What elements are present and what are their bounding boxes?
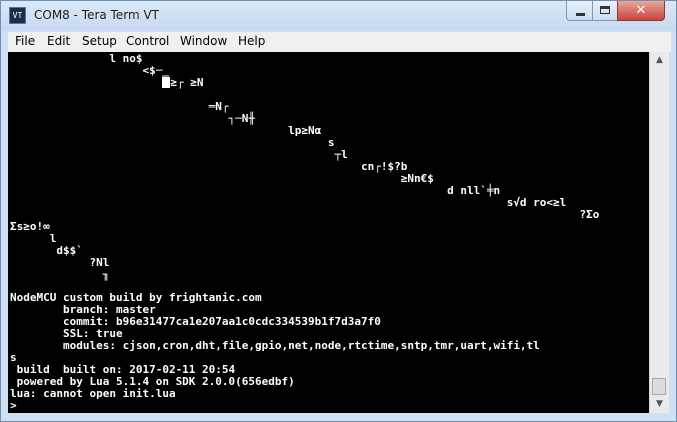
menu-help[interactable]: Help [238, 34, 265, 48]
scroll-up-arrow-icon[interactable]: ▲ [651, 52, 668, 69]
menu-bar: File Edit Setup Control Window Help [8, 32, 671, 52]
maximize-icon [600, 6, 610, 14]
close-icon: ✕ [635, 3, 647, 18]
menu-control[interactable]: Control [126, 34, 169, 48]
terminal-line: ?Σo [10, 208, 600, 221]
window-title: COM8 - Tera Term VT [34, 8, 159, 22]
minimize-icon [576, 13, 585, 16]
menu-edit[interactable]: Edit [47, 34, 70, 48]
terminal-line: lua: cannot open init.lua [10, 387, 176, 400]
terminal-line: ╖ [10, 268, 110, 281]
menu-setup[interactable]: Setup [82, 34, 117, 48]
terminal-line-prefix [10, 76, 162, 89]
terminal-line: ≥┌ ≥N [10, 77, 203, 89]
terminal-prompt-line: > [10, 399, 17, 412]
menu-file[interactable]: File [15, 34, 35, 48]
menu-window[interactable]: Window [180, 34, 227, 48]
scrollbar-thumb[interactable] [652, 378, 666, 395]
maximize-button[interactable] [592, 1, 618, 21]
terminal-line-suffix: ≥┌ ≥N [170, 76, 204, 89]
title-bar[interactable]: VT COM8 - Tera Term VT ✕ [1, 1, 676, 31]
tera-term-app-icon[interactable]: VT [9, 7, 26, 24]
minimize-button[interactable] [566, 1, 593, 21]
close-button[interactable]: ✕ [617, 1, 665, 21]
terminal-output[interactable]: l no$ <$─_ ≥┌ ≥N ═N┌ ┐─N╫ lp≥Nα s ┬l cn┌… [8, 52, 649, 413]
terminal-line: modules: cjson,cron,dht,file,gpio,net,no… [10, 339, 540, 352]
resize-grip[interactable] [649, 413, 669, 421]
scroll-down-arrow-icon[interactable]: ▼ [651, 396, 668, 413]
tera-term-window: VT COM8 - Tera Term VT ✕ File Edit Setup… [0, 0, 677, 422]
vertical-scrollbar[interactable]: ▲ ▼ [649, 52, 669, 413]
